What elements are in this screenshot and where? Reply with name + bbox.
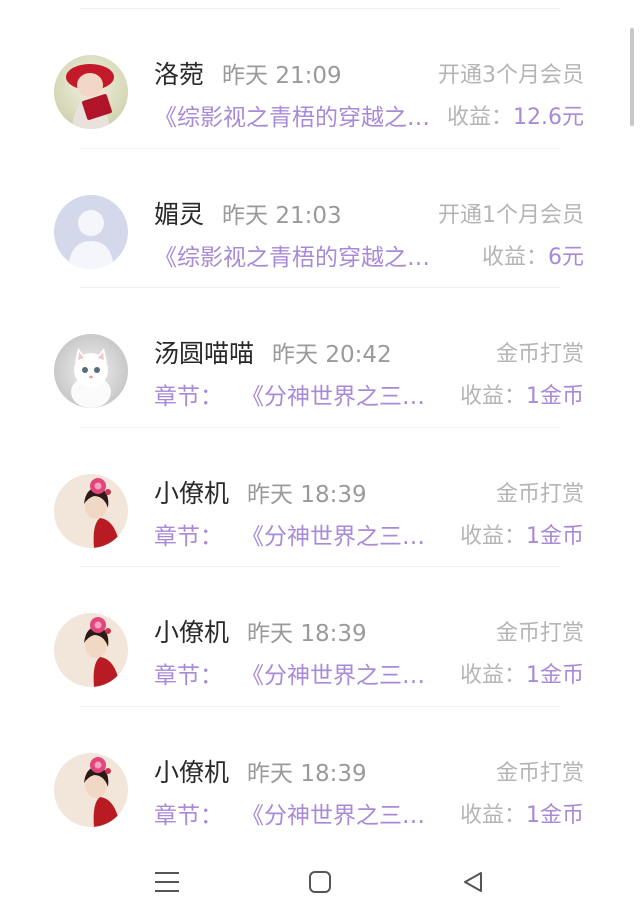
income-label: 收益：	[459, 802, 526, 828]
avatar[interactable]	[54, 334, 128, 408]
chapter-prefix: 章节：	[154, 523, 223, 550]
list-item[interactable]: 汤圆喵喵 昨天 20:42 章节： 《分神世界之三生三世》 金币打赏 收益： 1…	[0, 288, 640, 428]
user-name[interactable]: 媚灵	[154, 195, 204, 231]
user-name[interactable]: 小僚机	[154, 613, 229, 649]
income: 收益： 1金币	[460, 655, 584, 691]
record-type: 开通1个月会员	[438, 202, 584, 228]
income-record-list: 洛菀 昨天 21:09 《综影视之青梧的穿越之旅》 开通3个月会员 收益： 12…	[0, 9, 640, 846]
list-item[interactable]: 洛菀 昨天 21:09 《综影视之青梧的穿越之旅》 开通3个月会员 收益： 12…	[0, 9, 640, 149]
income-value: 1金币	[526, 802, 584, 828]
record-type: 金币打赏	[495, 760, 584, 786]
record-time: 昨天 18:39	[247, 760, 367, 787]
income-label: 收益：	[459, 384, 526, 409]
record-time: 昨天 21:09	[222, 63, 342, 89]
user-name[interactable]: 洛菀	[154, 55, 204, 91]
income-value: 6元	[548, 244, 584, 270]
income-label: 收益：	[446, 105, 513, 130]
record-time: 昨天 20:42	[272, 342, 392, 368]
book-title[interactable]: 《分神世界之三生三世》	[241, 796, 438, 830]
record-header: 小僚机 昨天 18:39	[154, 613, 367, 649]
chapter-prefix: 章节：	[154, 384, 223, 410]
income-label: 收益：	[481, 244, 548, 270]
record-time: 昨天 21:03	[222, 202, 342, 229]
record-type: 金币打赏	[495, 481, 584, 507]
chapter-prefix: 章节：	[154, 802, 223, 829]
user-name[interactable]: 小僚机	[154, 753, 229, 789]
home-square-icon	[309, 871, 331, 893]
user-name[interactable]: 小僚机	[154, 474, 229, 510]
white-kitten-image	[54, 334, 128, 408]
income-value: 1金币	[526, 663, 584, 688]
income: 收益： 12.6元	[447, 97, 584, 133]
flower-lady-image	[54, 473, 128, 548]
default-person-icon	[54, 194, 128, 269]
income-value: 1金币	[526, 523, 584, 549]
avatar[interactable]	[54, 473, 128, 548]
avatar-red-hat-girl-image	[54, 55, 128, 129]
flower-lady-image	[54, 613, 128, 687]
system-navigation-bar	[0, 840, 640, 919]
book-link[interactable]: 章节： 《分神世界之三生三世》	[154, 655, 438, 691]
avatar[interactable]	[54, 55, 128, 129]
income-label: 收益：	[459, 523, 526, 549]
avatar[interactable]	[54, 194, 128, 269]
record-header: 媚灵 昨天 21:03	[154, 195, 342, 231]
book-title[interactable]: 《综影视之青梧的穿越之旅》	[154, 238, 438, 272]
record-header: 小僚机 昨天 18:39	[154, 474, 367, 510]
record-header: 小僚机 昨天 18:39	[154, 753, 367, 789]
avatar[interactable]	[54, 613, 128, 687]
list-item[interactable]: 媚灵 昨天 21:03 《综影视之青梧的穿越之旅》 开通1个月会员 收益： 6元	[0, 149, 640, 288]
income-label: 收益：	[459, 663, 526, 688]
chapter-prefix: 章节：	[154, 663, 223, 689]
record-type: 开通3个月会员	[438, 63, 584, 88]
income-value: 1金币	[526, 384, 584, 409]
book-title[interactable]: 《分神世界之三生三世》	[241, 517, 438, 551]
book-title[interactable]: 《分神世界之三生三世》	[241, 377, 438, 411]
book-link[interactable]: 章节： 《分神世界之三生三世》	[154, 376, 438, 412]
record-type: 金币打赏	[495, 621, 584, 646]
book-link[interactable]: 章节： 《分神世界之三生三世》	[154, 795, 438, 831]
record-time: 昨天 18:39	[247, 481, 367, 508]
income: 收益： 6元	[482, 237, 584, 273]
income: 收益： 1金币	[460, 376, 584, 412]
list-item[interactable]: 小僚机 昨天 18:39 章节： 《分神世界之三生三世》 金币打赏 收益： 1金…	[0, 707, 640, 847]
avatar[interactable]	[54, 752, 128, 827]
book-link[interactable]: 《综影视之青梧的穿越之旅》	[154, 237, 438, 273]
book-title[interactable]: 《分神世界之三生三世》	[241, 656, 438, 690]
book-title[interactable]: 《综影视之青梧的穿越之旅》	[154, 98, 438, 132]
back-triangle-icon	[464, 872, 482, 892]
back-button[interactable]	[453, 862, 493, 902]
user-name[interactable]: 汤圆喵喵	[154, 334, 254, 370]
list-item[interactable]: 小僚机 昨天 18:39 章节： 《分神世界之三生三世》 金币打赏 收益： 1金…	[0, 567, 640, 707]
flower-lady-image	[54, 752, 128, 827]
menu-button[interactable]	[147, 862, 187, 902]
record-type: 金币打赏	[495, 342, 584, 367]
record-header: 汤圆喵喵 昨天 20:42	[154, 334, 392, 370]
record-time: 昨天 18:39	[247, 621, 367, 647]
book-link[interactable]: 《综影视之青梧的穿越之旅》	[154, 97, 438, 133]
book-link[interactable]: 章节： 《分神世界之三生三世》	[154, 516, 438, 552]
list-item[interactable]: 小僚机 昨天 18:39 章节： 《分神世界之三生三世》 金币打赏 收益： 1金…	[0, 428, 640, 567]
income-value: 12.6元	[513, 105, 584, 130]
income: 收益： 1金币	[460, 516, 584, 552]
income: 收益： 1金币	[460, 795, 584, 831]
home-button[interactable]	[300, 862, 340, 902]
menu-icon	[155, 872, 179, 892]
record-header: 洛菀 昨天 21:09	[154, 55, 342, 91]
